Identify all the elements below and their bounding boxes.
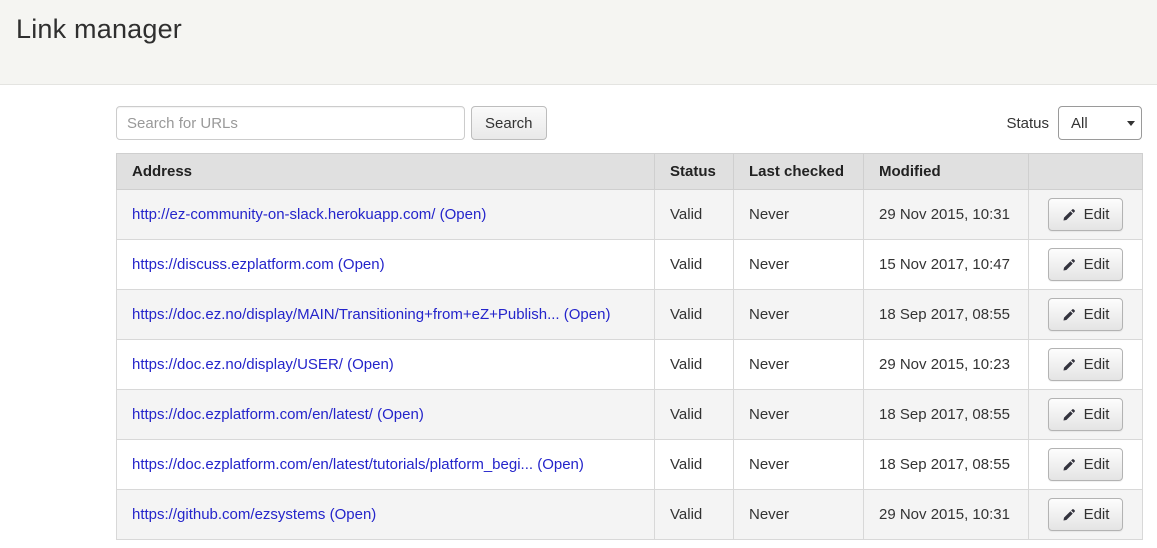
url-link[interactable]: http://ez-community-on-slack.herokuapp.c… [132, 206, 435, 223]
edit-button[interactable]: Edit [1048, 348, 1124, 381]
table-row: https://github.com/ezsystems (Open) Vali… [117, 490, 1143, 540]
edit-button-label: Edit [1084, 306, 1110, 323]
table-row: http://ez-community-on-slack.herokuapp.c… [117, 190, 1143, 240]
status-cell: Valid [655, 290, 734, 340]
table-row: https://discuss.ezplatform.com (Open) Va… [117, 240, 1143, 290]
status-cell: Valid [655, 240, 734, 290]
table-row: https://doc.ezplatform.com/en/latest/ (O… [117, 390, 1143, 440]
last-checked-cell: Never [734, 390, 864, 440]
edit-button[interactable]: Edit [1048, 498, 1124, 531]
actions-cell: Edit [1029, 190, 1143, 240]
address-cell: https://doc.ez.no/display/USER/ (Open) [117, 340, 655, 390]
table-row: https://doc.ez.no/display/MAIN/Transitio… [117, 290, 1143, 340]
address-cell: https://doc.ez.no/display/MAIN/Transitio… [117, 290, 655, 340]
open-link[interactable]: (Open) [338, 256, 385, 273]
status-cell: Valid [655, 390, 734, 440]
pencil-icon [1062, 458, 1076, 472]
column-header-status: Status [655, 154, 734, 190]
last-checked-cell: Never [734, 290, 864, 340]
edit-button[interactable]: Edit [1048, 448, 1124, 481]
column-header-last-checked: Last checked [734, 154, 864, 190]
links-table: Address Status Last checked Modified htt… [116, 153, 1143, 540]
status-cell: Valid [655, 490, 734, 540]
toolbar: Search Status All [116, 106, 1142, 140]
open-link[interactable]: (Open) [564, 306, 611, 323]
actions-cell: Edit [1029, 390, 1143, 440]
address-cell: https://doc.ezplatform.com/en/latest/tut… [117, 440, 655, 490]
header-band: Link manager [0, 0, 1157, 85]
edit-button-label: Edit [1084, 456, 1110, 473]
chevron-down-icon [1127, 121, 1135, 126]
open-link[interactable]: (Open) [440, 206, 487, 223]
page-title: Link manager [16, 14, 1141, 45]
last-checked-cell: Never [734, 240, 864, 290]
edit-button-label: Edit [1084, 356, 1110, 373]
last-checked-cell: Never [734, 440, 864, 490]
modified-cell: 18 Sep 2017, 08:55 [864, 290, 1029, 340]
table-row: https://doc.ez.no/display/USER/ (Open) V… [117, 340, 1143, 390]
modified-cell: 29 Nov 2015, 10:23 [864, 340, 1029, 390]
edit-button-label: Edit [1084, 256, 1110, 273]
modified-cell: 18 Sep 2017, 08:55 [864, 440, 1029, 490]
address-cell: https://github.com/ezsystems (Open) [117, 490, 655, 540]
last-checked-cell: Never [734, 340, 864, 390]
edit-button-label: Edit [1084, 206, 1110, 223]
pencil-icon [1062, 208, 1076, 222]
pencil-icon [1062, 308, 1076, 322]
status-select[interactable]: All [1058, 106, 1142, 140]
status-select-value: All [1071, 115, 1088, 132]
edit-button[interactable]: Edit [1048, 248, 1124, 281]
open-link[interactable]: (Open) [347, 356, 394, 373]
pencil-icon [1062, 508, 1076, 522]
open-link[interactable]: (Open) [330, 506, 377, 523]
modified-cell: 18 Sep 2017, 08:55 [864, 390, 1029, 440]
table-row: https://doc.ezplatform.com/en/latest/tut… [117, 440, 1143, 490]
status-filter-label: Status [1006, 115, 1049, 132]
actions-cell: Edit [1029, 290, 1143, 340]
url-link[interactable]: https://doc.ezplatform.com/en/latest/tut… [132, 456, 533, 473]
edit-button[interactable]: Edit [1048, 198, 1124, 231]
table-body: http://ez-community-on-slack.herokuapp.c… [117, 190, 1143, 540]
address-cell: https://doc.ezplatform.com/en/latest/ (O… [117, 390, 655, 440]
url-link[interactable]: https://discuss.ezplatform.com [132, 256, 334, 273]
modified-cell: 29 Nov 2015, 10:31 [864, 490, 1029, 540]
actions-cell: Edit [1029, 440, 1143, 490]
column-header-address: Address [117, 154, 655, 190]
open-link[interactable]: (Open) [537, 456, 584, 473]
open-link[interactable]: (Open) [377, 406, 424, 423]
pencil-icon [1062, 408, 1076, 422]
url-link[interactable]: https://github.com/ezsystems [132, 506, 325, 523]
url-link[interactable]: https://doc.ez.no/display/MAIN/Transitio… [132, 306, 560, 323]
status-cell: Valid [655, 440, 734, 490]
column-header-modified: Modified [864, 154, 1029, 190]
search-input[interactable] [116, 106, 465, 140]
url-link[interactable]: https://doc.ez.no/display/USER/ [132, 356, 343, 373]
actions-cell: Edit [1029, 340, 1143, 390]
modified-cell: 29 Nov 2015, 10:31 [864, 190, 1029, 240]
url-link[interactable]: https://doc.ezplatform.com/en/latest/ [132, 406, 373, 423]
last-checked-cell: Never [734, 490, 864, 540]
address-cell: https://discuss.ezplatform.com (Open) [117, 240, 655, 290]
actions-cell: Edit [1029, 490, 1143, 540]
pencil-icon [1062, 358, 1076, 372]
edit-button-label: Edit [1084, 506, 1110, 523]
status-cell: Valid [655, 190, 734, 240]
actions-cell: Edit [1029, 240, 1143, 290]
address-cell: http://ez-community-on-slack.herokuapp.c… [117, 190, 655, 240]
modified-cell: 15 Nov 2017, 10:47 [864, 240, 1029, 290]
status-cell: Valid [655, 340, 734, 390]
pencil-icon [1062, 258, 1076, 272]
table-header-row: Address Status Last checked Modified [117, 154, 1143, 190]
column-header-actions [1029, 154, 1143, 190]
edit-button[interactable]: Edit [1048, 398, 1124, 431]
search-button[interactable]: Search [471, 106, 547, 140]
content-area: Search Status All Address Status Last ch… [116, 106, 1142, 540]
last-checked-cell: Never [734, 190, 864, 240]
edit-button[interactable]: Edit [1048, 298, 1124, 331]
edit-button-label: Edit [1084, 406, 1110, 423]
